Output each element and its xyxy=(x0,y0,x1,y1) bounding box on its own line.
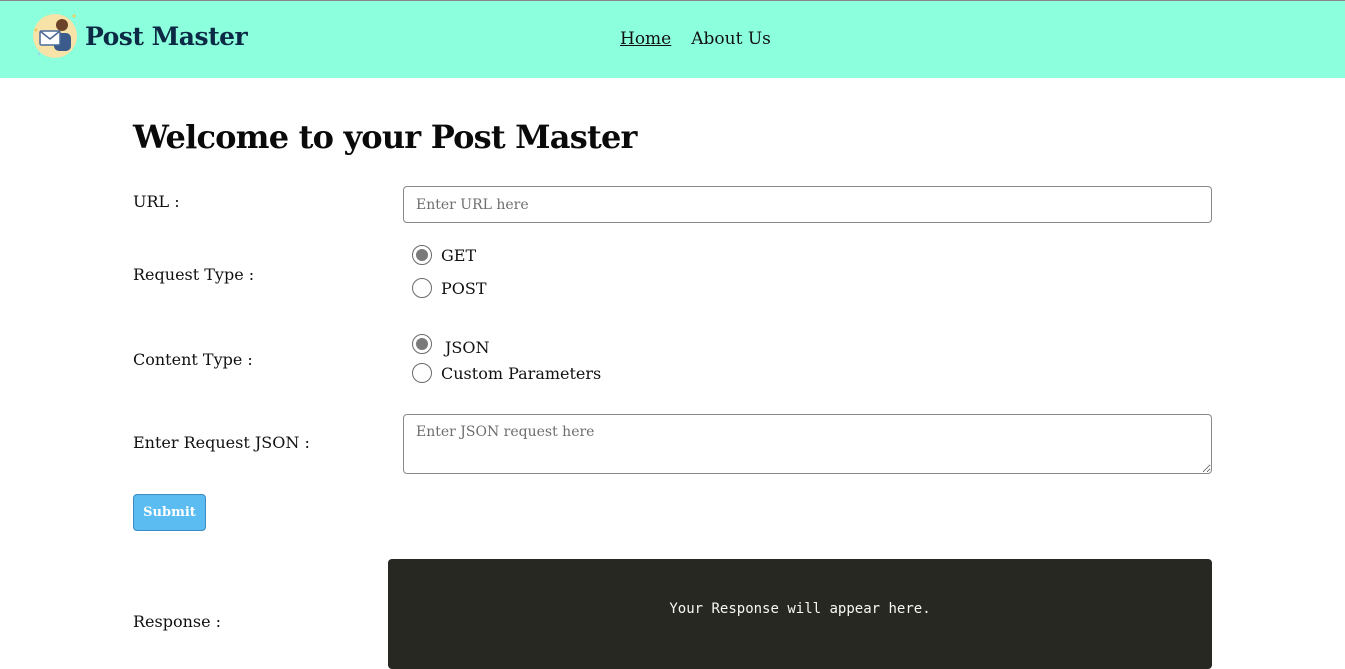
request-type-label: Request Type : xyxy=(133,265,255,284)
brand[interactable]: Post Master xyxy=(31,12,248,60)
radio-custom-parameters[interactable]: Custom Parameters xyxy=(412,363,601,383)
response-text: Your Response will appear here. xyxy=(669,601,931,617)
radio-json-label: JSON xyxy=(445,338,490,357)
radio-post-label: POST xyxy=(441,278,487,298)
brand-name: Post Master xyxy=(85,21,248,51)
navbar: Post Master Home About Us xyxy=(0,1,1345,78)
url-label: URL : xyxy=(133,192,180,211)
nav-link-about-us[interactable]: About Us xyxy=(691,29,771,49)
request-json-textarea[interactable] xyxy=(403,414,1212,474)
content-type-label: Content Type : xyxy=(133,350,253,369)
nav-link-home[interactable]: Home xyxy=(620,29,671,49)
radio-json[interactable]: JSON xyxy=(412,331,490,357)
radio-post[interactable]: POST xyxy=(412,278,487,298)
nav-links: Home About Us xyxy=(620,29,771,49)
submit-button[interactable]: Submit xyxy=(133,494,206,531)
mail-person-icon xyxy=(31,12,79,60)
response-label: Response : xyxy=(133,612,222,631)
radio-get[interactable]: GET xyxy=(412,245,476,265)
request-json-label: Enter Request JSON : xyxy=(133,433,310,452)
radio-json-button[interactable] xyxy=(412,334,432,354)
radio-custom-parameters-button[interactable] xyxy=(412,363,432,383)
url-input[interactable] xyxy=(403,186,1212,223)
radio-get-label: GET xyxy=(441,245,477,265)
radio-get-button[interactable] xyxy=(412,245,432,265)
page-title: Welcome to your Post Master xyxy=(133,118,637,156)
radio-post-button[interactable] xyxy=(412,278,432,298)
response-box: Your Response will appear here. xyxy=(388,559,1212,669)
radio-custom-parameters-label: Custom Parameters xyxy=(441,363,602,383)
